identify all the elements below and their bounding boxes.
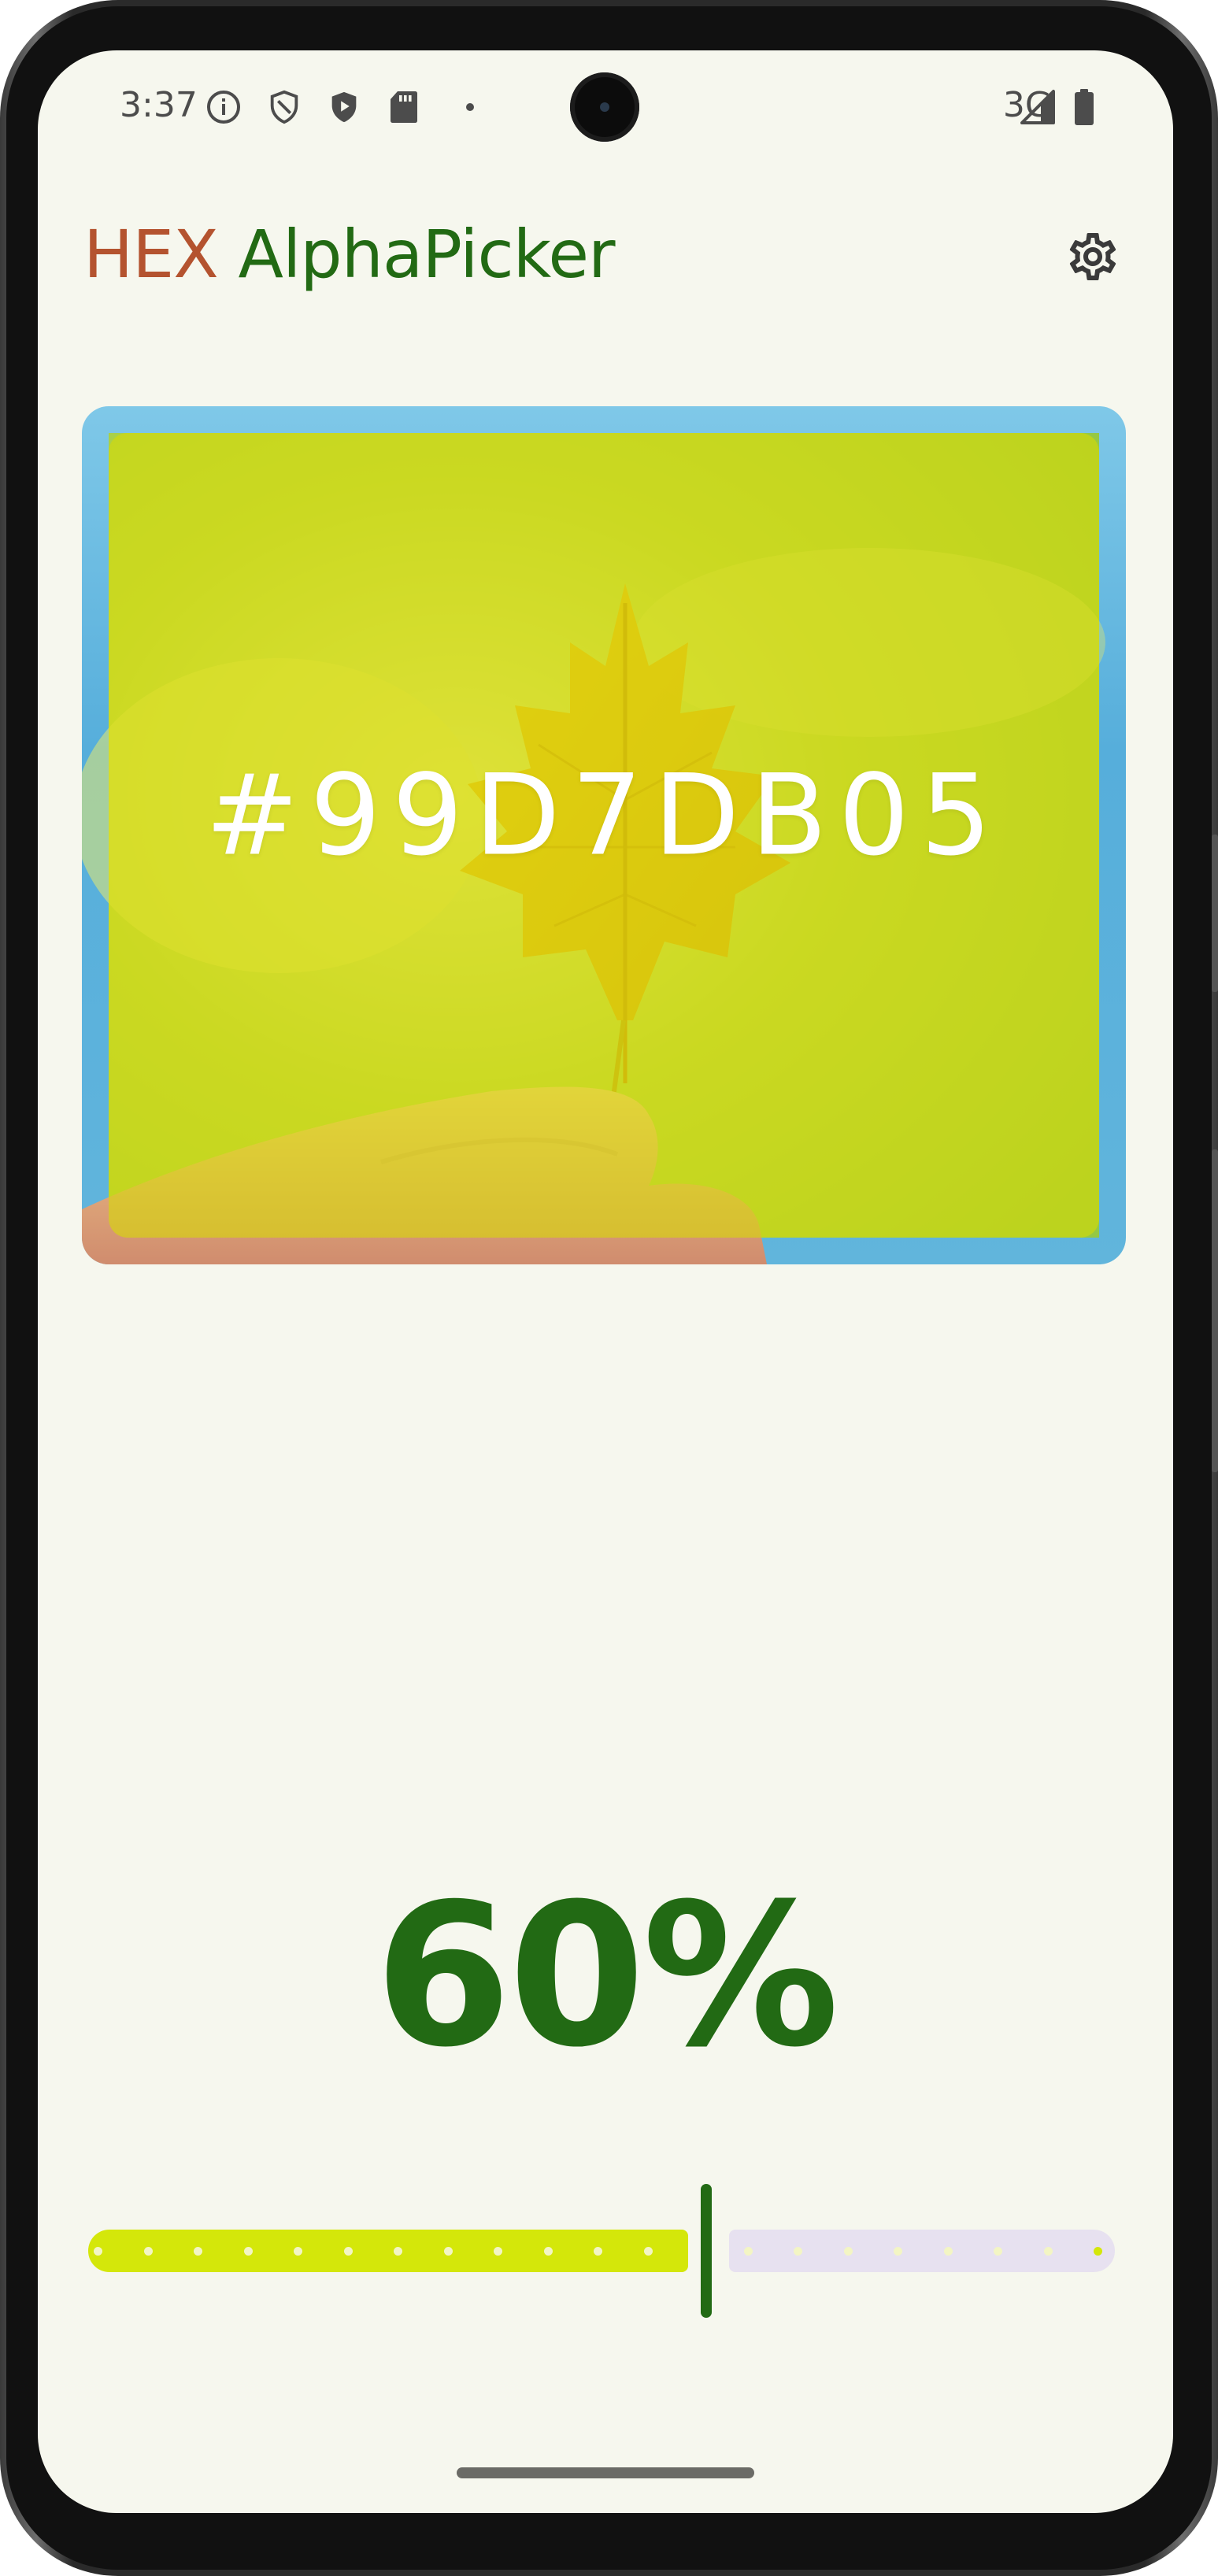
slider-tick: [143, 2247, 153, 2256]
slider-tick: [894, 2247, 902, 2256]
slider-tick: [443, 2247, 453, 2256]
gesture-nav-handle[interactable]: [457, 2467, 754, 2478]
sd-card-icon: [387, 88, 420, 129]
slider-tick: [843, 2247, 853, 2256]
front-camera: [570, 72, 639, 142]
signal-icon: [1019, 88, 1057, 129]
app-title-name: AlphaPicker: [217, 216, 615, 293]
slider-tick: [1094, 2247, 1102, 2256]
status-bar: 3:37 3G: [38, 50, 1173, 168]
slider-tick: [243, 2247, 253, 2256]
dot-icon: [465, 101, 476, 116]
slider-tick: [794, 2247, 802, 2256]
slider-tick: [294, 2247, 302, 2256]
settings-button[interactable]: [1055, 220, 1131, 296]
info-icon: [205, 88, 242, 129]
app-title: HEX AlphaPicker: [83, 216, 616, 293]
power-button: [1212, 835, 1218, 992]
status-time: 3:37: [120, 85, 198, 125]
preview-card[interactable]: #99D7DB05: [82, 406, 1126, 1264]
volume-button: [1212, 1149, 1218, 1472]
slider-tick: [743, 2247, 753, 2256]
slider-tick: [994, 2247, 1002, 2256]
alpha-slider[interactable]: [82, 2184, 1121, 2318]
gear-icon: [1064, 228, 1121, 288]
slider-thumb[interactable]: [701, 2184, 712, 2318]
slider-tick: [594, 2247, 602, 2256]
slider-tick: [643, 2247, 653, 2256]
slider-tick: [94, 2247, 102, 2256]
slider-tick: [394, 2247, 402, 2256]
phone-frame: 3:37 3G HEX AlphaPicker #99D7DB05 60%: [0, 0, 1218, 2576]
app-title-hex: HEX: [83, 216, 219, 293]
app-screen: 3:37 3G HEX AlphaPicker #99D7DB05 60%: [38, 50, 1173, 2513]
play-protect-icon: [326, 88, 362, 129]
slider-tick: [543, 2247, 553, 2256]
slider-tick: [194, 2247, 202, 2256]
slider-tick: [1043, 2247, 1053, 2256]
hex-code-label[interactable]: #99D7DB05: [82, 751, 1126, 881]
alpha-percent-label: 60%: [374, 1861, 839, 2090]
slider-inactive-track[interactable]: [729, 2230, 1115, 2272]
slider-tick: [343, 2247, 353, 2256]
battery-icon: [1072, 88, 1096, 129]
slider-tick: [494, 2247, 502, 2256]
slider-tick: [943, 2247, 953, 2256]
shield-icon: [266, 88, 302, 129]
